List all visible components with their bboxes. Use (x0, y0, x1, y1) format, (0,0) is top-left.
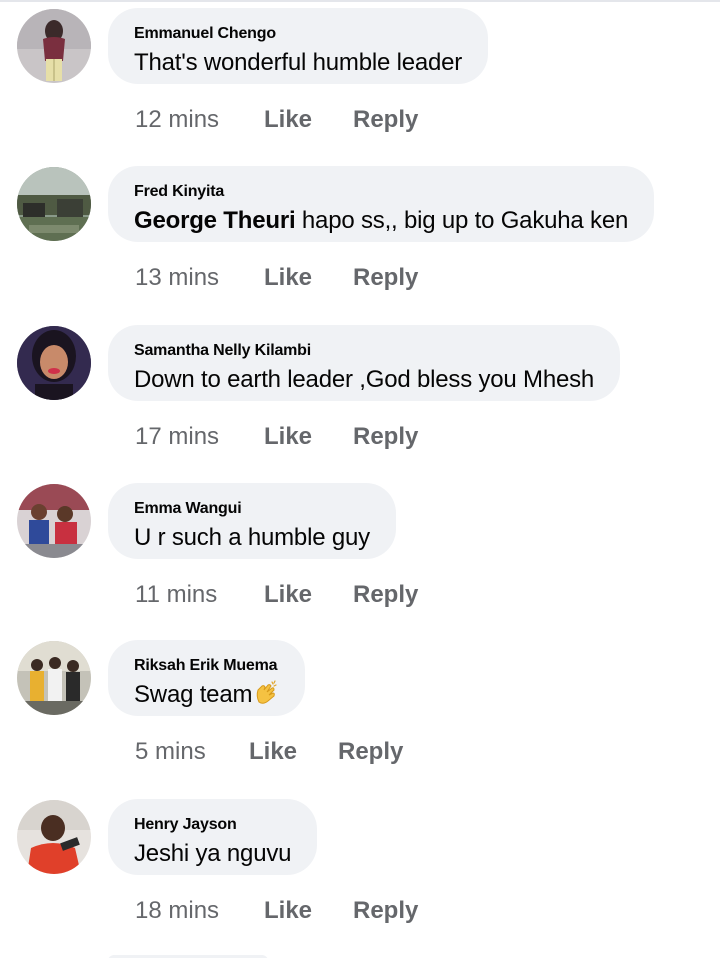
comment-author[interactable]: Fred Kinyita (134, 182, 628, 202)
comment-text: Down to earth leader ,God bless you Mhes… (134, 366, 595, 393)
reply-button[interactable]: Reply (353, 104, 418, 136)
like-button[interactable]: Like (249, 736, 297, 768)
comment-timestamp[interactable]: 13 mins (135, 262, 219, 294)
comment-item: Emmanuel Chengo That's wonderful humble … (0, 0, 720, 157)
reply-button[interactable]: Reply (353, 262, 418, 294)
profile-photo-group-standing-icon (17, 641, 91, 715)
comment-author[interactable]: Henry Jayson (134, 815, 291, 835)
comment-author[interactable]: Riksah Erik Muema (134, 656, 279, 676)
like-button[interactable]: Like (264, 104, 312, 136)
comment-item: Riksah Erik Muema Swag team 5 mins Like … (0, 632, 720, 789)
like-button[interactable]: Like (264, 895, 312, 927)
comment-item: Emma Wangui U r such a humble guy 11 min… (0, 475, 720, 632)
comment-bubble: Riksah Erik Muema Swag team (108, 640, 306, 716)
comment-author[interactable]: Emma Wangui (134, 499, 370, 519)
comment-timestamp[interactable]: 17 mins (135, 421, 219, 453)
reply-button[interactable]: Reply (353, 421, 418, 453)
comment-text-line: That's wonderful humble leader (134, 48, 462, 78)
avatar[interactable] (17, 9, 91, 83)
comment-bubble: Henry Jayson Jeshi ya nguvu (108, 799, 318, 875)
profile-photo-group-people-icon (17, 484, 91, 558)
comment-timestamp[interactable]: 12 mins (135, 104, 219, 136)
avatar[interactable] (17, 484, 91, 558)
avatar[interactable] (17, 641, 91, 715)
comment-text: Jeshi ya nguvu (134, 840, 292, 867)
comment-timestamp[interactable]: 5 mins (135, 736, 206, 768)
mention-link[interactable]: George Theuri (134, 207, 296, 234)
comment-text-line: U r such a humble guy (134, 523, 370, 553)
clapping-hands-icon (253, 680, 279, 706)
comment-text-line: George Theuri hapo ss,, big up to Gakuha… (134, 206, 628, 236)
like-button[interactable]: Like (264, 421, 312, 453)
comment-text: Swag team (134, 681, 253, 708)
comment-item: Samantha Nelly Kilambi Down to earth lea… (0, 317, 720, 474)
reply-button[interactable]: Reply (353, 895, 418, 927)
comment-text-line: Swag team (134, 680, 279, 710)
like-button[interactable]: Like (264, 262, 312, 294)
comments-list: Emmanuel Chengo That's wonderful humble … (0, 0, 720, 958)
comment-timestamp[interactable]: 18 mins (135, 895, 219, 927)
comment-text: hapo ss,, big up to Gakuha ken (295, 207, 629, 234)
avatar[interactable] (17, 800, 91, 874)
comment-bubble: Emma Wangui U r such a humble guy (108, 483, 396, 559)
avatar[interactable] (17, 167, 91, 241)
profile-photo-outdoor-scene-icon (17, 167, 91, 241)
comment-item: Henry Jayson Jeshi ya nguvu 18 mins Like… (0, 791, 720, 948)
profile-photo-woman-portrait-icon (17, 326, 91, 400)
comment-bubble: Samantha Nelly Kilambi Down to earth lea… (108, 325, 621, 401)
comment-text: U r such a humble guy (134, 524, 370, 551)
comment-bubble: Emmanuel Chengo That's wonderful humble … (108, 8, 489, 84)
profile-photo-man-red-shirt-icon (17, 800, 91, 874)
comment-text-line: Down to earth leader ,God bless you Mhes… (134, 365, 594, 395)
comment-bubble: Fred Kinyita George Theuri hapo ss,, big… (108, 166, 655, 242)
like-button[interactable]: Like (264, 579, 312, 611)
reply-button[interactable]: Reply (338, 736, 403, 768)
reply-button[interactable]: Reply (353, 579, 418, 611)
comment-author[interactable]: Emmanuel Chengo (134, 24, 462, 44)
comment-timestamp[interactable]: 11 mins (135, 579, 217, 611)
profile-photo-person-standing-icon (17, 9, 91, 83)
avatar[interactable] (17, 326, 91, 400)
comment-author[interactable]: Samantha Nelly Kilambi (134, 341, 594, 361)
comment-item: Fred Kinyita George Theuri hapo ss,, big… (0, 158, 720, 315)
comment-text-line: Jeshi ya nguvu (134, 839, 292, 869)
comment-text: That's wonderful humble leader (134, 49, 463, 76)
